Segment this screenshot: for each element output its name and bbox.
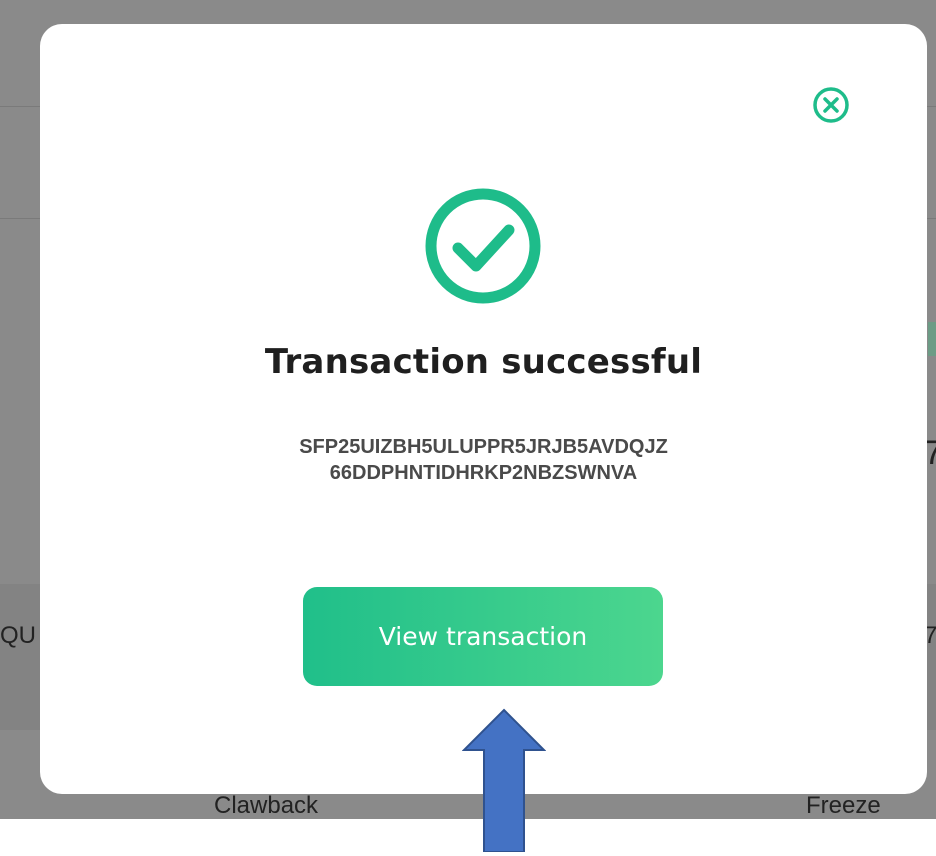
view-transaction-button[interactable]: View transaction [303, 587, 663, 686]
transaction-hash-line-1: SFP25UIZBH5ULUPPR5JRJB5AVDQJZ [299, 436, 668, 458]
up-arrow-icon [461, 708, 547, 853]
transaction-hash-line-2: 66DDPHNTIDHRKP2NBZSWNVA [329, 462, 638, 484]
background-green-tab [928, 322, 936, 356]
transaction-success-modal: Transaction successful SFP25UIZBH5ULUPPR… [40, 24, 927, 794]
screenshot: QU 7 7 Clawback Freeze Transaction succe… [0, 0, 936, 819]
freeze-tab[interactable]: Freeze [806, 792, 881, 819]
check-circle-icon [423, 186, 543, 306]
clawback-tab[interactable]: Clawback [214, 792, 318, 819]
transaction-hash: SFP25UIZBH5ULUPPR5JRJB5AVDQJZ 66DDPHNTID… [40, 434, 927, 486]
modal-title: Transaction successful [264, 342, 703, 382]
close-icon[interactable] [810, 84, 852, 126]
background-row-text: QU [0, 622, 36, 649]
